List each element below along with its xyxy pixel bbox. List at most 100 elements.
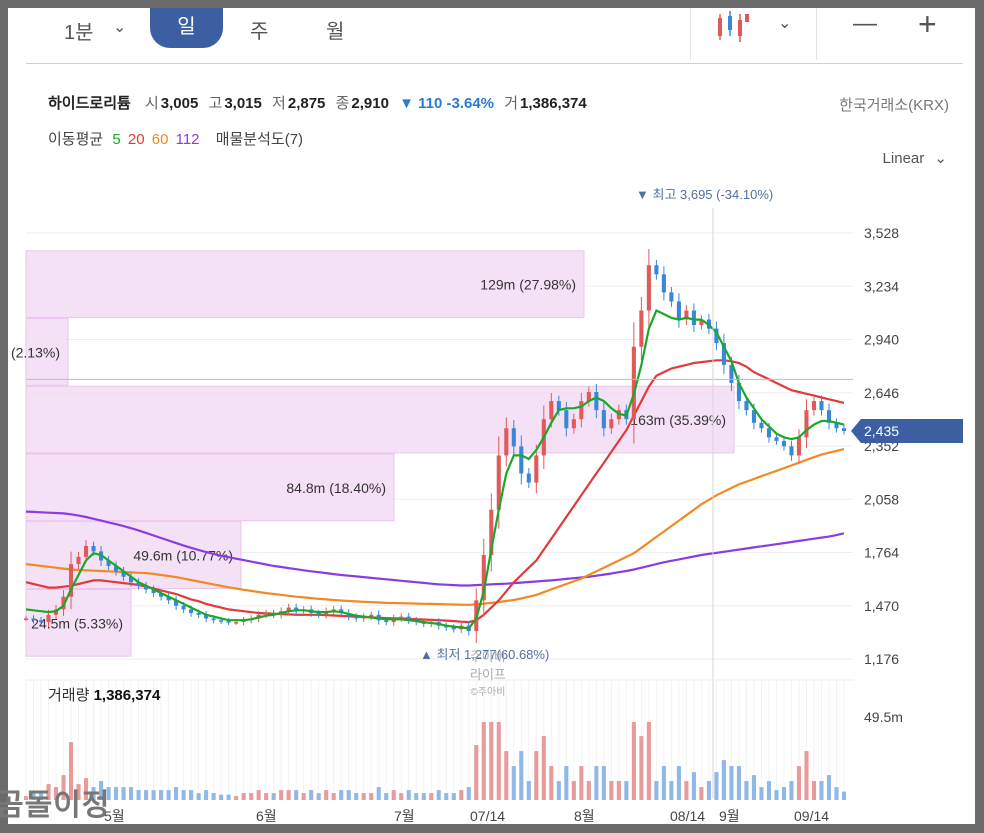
candle-body — [519, 446, 524, 474]
volume-profile-label: 163m (35.39%) — [630, 412, 726, 428]
candle-body — [211, 618, 216, 621]
volume-bar — [421, 793, 426, 800]
watermark-line2: 라이프 — [470, 667, 506, 682]
volume-bar — [511, 766, 516, 800]
volume-bar — [114, 787, 119, 800]
volume-bar — [466, 787, 471, 800]
volume-bar — [789, 781, 794, 800]
volume-bar — [136, 790, 141, 800]
volume-bar — [309, 790, 314, 800]
watermark: 주아비 라이프 ©주아비 — [470, 648, 506, 702]
volume-bar — [496, 722, 501, 800]
volume-bar — [564, 766, 569, 800]
volume-bar — [729, 766, 734, 800]
volume-bar — [691, 772, 696, 800]
volume-bar — [271, 793, 276, 800]
volume-bar — [841, 791, 847, 800]
candle-body — [759, 422, 764, 429]
candle-body — [661, 274, 666, 293]
candle-body — [196, 612, 201, 615]
candle-body — [549, 401, 554, 420]
volume-bar — [219, 794, 224, 800]
volume-bar — [249, 793, 254, 800]
volume-bar — [264, 793, 269, 800]
candle-body — [781, 440, 787, 447]
volume-bar — [196, 793, 201, 800]
volume-bar — [616, 781, 621, 800]
x-axis-label: 6월 — [256, 808, 277, 824]
volume-profile-label: 84.8m (18.40%) — [286, 480, 386, 496]
volume-bar — [384, 793, 389, 800]
volume-bar — [796, 766, 802, 800]
candle-body — [691, 310, 696, 326]
volume-bar — [744, 781, 749, 800]
candle-body — [766, 428, 771, 438]
candle-body — [83, 545, 89, 557]
volume-bar — [406, 790, 411, 800]
volume-panel-title: 거래량 — [48, 687, 90, 704]
x-axis-label: 08/14 — [670, 808, 705, 824]
price-tick-label: 2,646 — [864, 385, 899, 401]
candle-body — [819, 401, 824, 411]
volume-bar — [339, 790, 344, 800]
volume-bar — [189, 790, 194, 800]
volume-bar — [301, 793, 306, 800]
price-tick-label: 3,528 — [864, 225, 899, 241]
volume-bar — [571, 781, 576, 800]
candle-body — [654, 265, 659, 275]
candle-body — [534, 455, 539, 483]
volume-bar — [826, 775, 832, 800]
volume-bar — [481, 722, 486, 800]
candle-body — [646, 265, 651, 311]
volume-bar — [684, 781, 689, 800]
volume-bar — [204, 790, 209, 800]
volume-bar — [279, 790, 284, 800]
candle-body — [579, 401, 584, 420]
volume-bar — [429, 793, 434, 800]
volume-bar — [286, 790, 291, 800]
volume-bar — [556, 781, 561, 800]
volume-bar — [369, 793, 374, 800]
candle-body — [571, 419, 576, 429]
price-tick-label: 1,764 — [864, 545, 899, 561]
volume-bar — [174, 787, 179, 800]
volume-bar — [654, 781, 659, 800]
volume-profile-label: 9.83m (2.13%) — [8, 344, 60, 360]
candle-body — [811, 401, 817, 411]
volume-bar — [324, 790, 329, 800]
volume-bar — [526, 781, 531, 800]
candle-body — [76, 556, 81, 565]
volume-bar — [631, 722, 636, 800]
price-tick-label: 1,470 — [864, 598, 899, 614]
volume-bar — [346, 790, 351, 800]
candle-body — [744, 401, 749, 411]
volume-bar — [781, 787, 787, 800]
candle-body — [46, 614, 51, 623]
candle-body — [504, 428, 509, 456]
price-tick-label: 2,940 — [864, 332, 899, 348]
volume-bar — [489, 722, 494, 800]
candle-body — [774, 437, 779, 441]
candle-body — [91, 545, 96, 552]
volume-bar — [391, 790, 396, 800]
candle-body — [181, 605, 186, 610]
volume-bar — [601, 766, 606, 800]
volume-panel-label: 거래량 1,386,374 — [48, 684, 160, 705]
volume-bar — [151, 790, 156, 800]
candle-body — [631, 346, 636, 420]
volume-bar — [646, 722, 651, 800]
candle-body — [601, 410, 606, 429]
candle-body — [189, 609, 194, 613]
x-axis-label: 07/14 — [470, 808, 505, 824]
volume-bar — [241, 793, 246, 800]
candle-body — [841, 428, 847, 431]
candle-body — [316, 612, 321, 615]
candle-body — [526, 473, 531, 483]
volume-bar — [594, 766, 599, 800]
candle-body — [564, 410, 569, 429]
volume-bar — [144, 790, 149, 800]
volume-bar — [579, 766, 584, 800]
volume-bar — [166, 790, 171, 800]
x-axis-label: 09/14 — [794, 808, 829, 824]
volume-axis-label: 49.5m — [864, 709, 903, 725]
